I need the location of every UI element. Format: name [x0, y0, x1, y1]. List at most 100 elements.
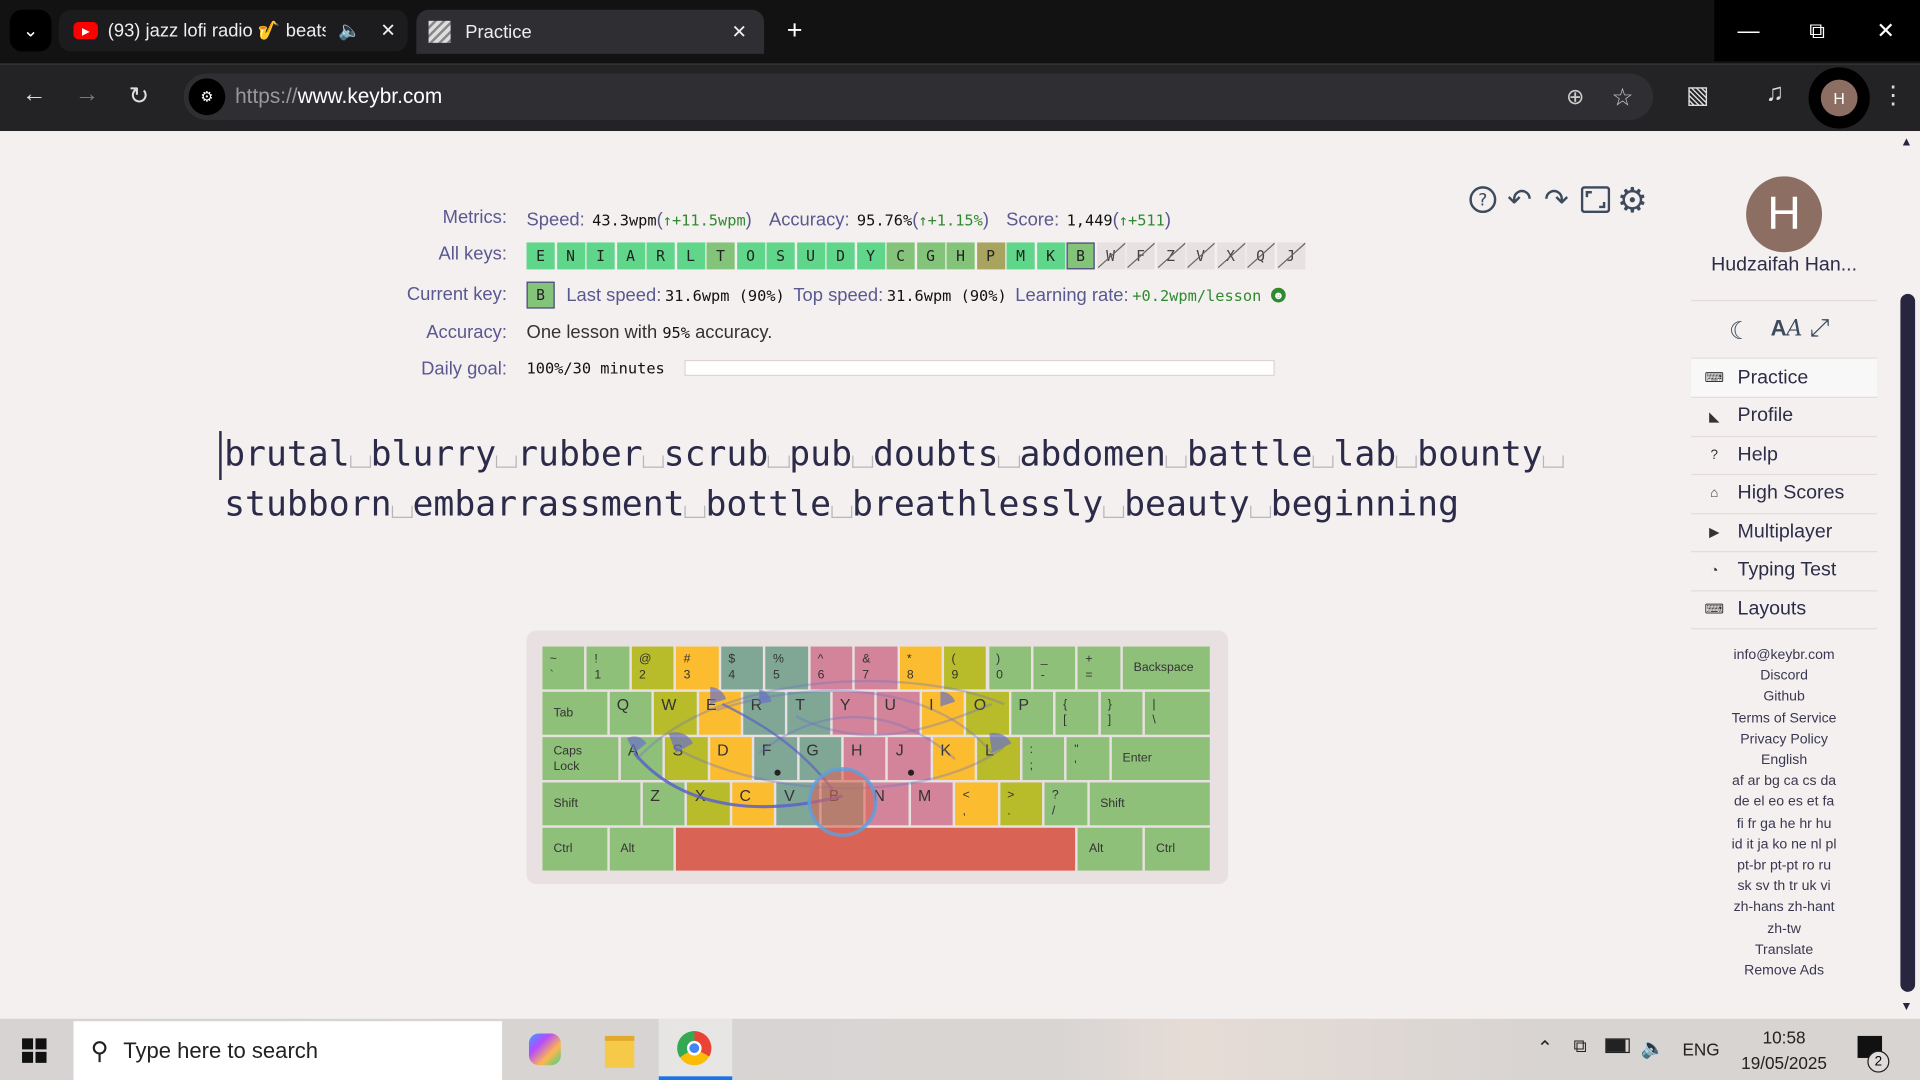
close-tab-icon[interactable]: ✕ — [380, 20, 395, 42]
language-indicator[interactable]: ENG — [1682, 1040, 1719, 1060]
fullscreen-icon[interactable] — [1580, 184, 1612, 216]
footer-link[interactable]: Discord — [1691, 666, 1877, 687]
lesson-word: bottle — [705, 483, 832, 525]
sidebar-item-multiplayer[interactable]: ▶ Multiplayer — [1691, 513, 1878, 553]
key-progress-w: W — [1096, 242, 1125, 270]
clock[interactable]: 10:58 19/05/2025 — [1727, 1025, 1842, 1076]
space-marker — [998, 455, 1020, 468]
zoom-icon[interactable]: ⊕ — [1566, 84, 1584, 110]
help-icon: ? — [1710, 447, 1719, 463]
keybr-favicon-icon — [428, 20, 451, 43]
notification-count-badge: 2 — [1867, 1050, 1890, 1073]
minimize-button[interactable]: — — [1714, 0, 1783, 62]
footer-link[interactable]: Github — [1691, 687, 1877, 708]
top-speed-value: 31.6wpm (90%) — [886, 285, 1007, 305]
lesson-word: lab — [1333, 433, 1397, 474]
bookmark-star-icon[interactable]: ☆ — [1612, 81, 1634, 112]
font-size-icon[interactable]: AA — [1771, 316, 1803, 342]
footer-link[interactable]: Remove Ads — [1691, 961, 1877, 982]
lesson-text[interactable]: brutal blurry rubber scrub pub doubts abdomen b… — [224, 429, 1595, 529]
accuracy-percent: 95% — [662, 323, 690, 342]
footer-link[interactable]: sk sv th tr uk vi — [1691, 877, 1877, 898]
settings-gear-icon[interactable]: ⚙ — [1616, 181, 1648, 219]
restore-button[interactable]: ⧉ — [1782, 0, 1852, 62]
tray-overflow-icon[interactable]: ⌃ — [1537, 1036, 1553, 1060]
address-bar[interactable]: ⚙ https:// www.keybr.com ⊕ ☆ — [183, 73, 1654, 121]
key-progress-h: H — [946, 242, 975, 270]
learning-rate-value: +0.2wpm/lesson — [1132, 285, 1262, 305]
user-avatar[interactable]: H — [1746, 176, 1823, 253]
key-progress-s: S — [766, 242, 795, 270]
copilot-icon[interactable] — [528, 1033, 561, 1066]
space-marker — [1542, 455, 1564, 468]
sidebar-item-practice[interactable]: ⌨ Practice — [1691, 358, 1878, 398]
undo-icon[interactable]: ↶ — [1504, 183, 1536, 216]
tab-practice[interactable]: Practice ✕ — [416, 9, 765, 54]
redo-icon[interactable]: ↷ — [1540, 183, 1572, 216]
footer-link[interactable]: zh-tw — [1691, 919, 1877, 940]
back-icon[interactable]: ← — [22, 81, 46, 109]
sidebar-item-layouts[interactable]: ⌨ Layouts — [1691, 590, 1878, 630]
url-scheme: https:// — [235, 84, 298, 108]
expand-icon[interactable]: ⤢ — [1810, 315, 1830, 343]
screen: ⌄ ▶ (93) jazz lofi radio 🎷 beats 🔈 ✕ Pra… — [0, 0, 1920, 1080]
theme-toggle-icon[interactable]: ☾ — [1729, 316, 1751, 347]
user-name[interactable]: Hudzaifah Han... — [1691, 255, 1877, 277]
key-progress-u: U — [796, 242, 825, 270]
scroll-up-arrow[interactable]: ▲ — [1900, 136, 1912, 149]
sidebar-item-typing-test[interactable]: ◔ Typing Test — [1691, 552, 1878, 591]
sidebar-item-high-scores[interactable]: ⌂ High Scores — [1691, 474, 1878, 514]
footer-link[interactable]: English — [1691, 751, 1877, 772]
footer-link[interactable]: Terms of Service — [1691, 708, 1877, 729]
file-explorer-icon[interactable] — [604, 1035, 635, 1068]
speaker-icon[interactable]: 🔈 — [338, 20, 361, 42]
sidebar-item-help[interactable]: ? Help — [1691, 436, 1878, 476]
speed-wedge — [940, 691, 956, 707]
extensions-icon[interactable]: ▧ — [1686, 80, 1709, 111]
footer-link[interactable]: id it ja ko ne nl pl — [1691, 835, 1877, 856]
footer-link[interactable]: pt-br pt-pt ro ru — [1691, 856, 1877, 877]
keyboard-heatmap: ~ `! 1 @2 #3 $4% 5 ^ 6 & 7 * 8(9) 0 _ - + = Backspace Tab Q W… — [526, 630, 1229, 885]
browser-toolbar: ← → ↻ ⚙ https:// www.keybr.com ⊕ ☆ ▧ ♫ H… — [0, 63, 1920, 132]
new-tab-button[interactable]: + — [779, 15, 811, 47]
scroll-down-arrow[interactable]: ▼ — [1900, 1000, 1912, 1013]
home-bump-f — [774, 769, 781, 776]
key-progress-r: R — [646, 242, 675, 270]
volume-icon[interactable]: 🔈 — [1641, 1036, 1665, 1060]
sidebar-item-label: Help — [1737, 443, 1778, 465]
space-marker — [391, 505, 413, 518]
footer-link[interactable]: zh-hans zh-hant — [1691, 898, 1877, 919]
key-progress-i: I — [586, 242, 615, 270]
footer-link[interactable]: Translate — [1691, 940, 1877, 961]
taskbar-chrome-button[interactable] — [658, 1018, 733, 1080]
footer-link[interactable]: fi fr ga he hr hu — [1691, 814, 1877, 835]
forward-icon[interactable]: → — [75, 81, 99, 109]
trophy-icon: ⌂ — [1710, 486, 1719, 501]
scrollbar-thumb[interactable] — [1900, 293, 1916, 992]
battery-icon[interactable] — [1605, 1038, 1630, 1054]
windows-start-icon[interactable] — [22, 1038, 47, 1063]
media-control-icon[interactable]: ♫ — [1766, 80, 1784, 108]
site-info-icon[interactable]: ⚙ — [188, 78, 226, 116]
smiley-icon: ☻ — [1271, 287, 1286, 303]
footer-link[interactable]: info@keybr.com — [1691, 645, 1877, 666]
close-tab-icon[interactable]: ✕ — [732, 21, 747, 43]
reload-icon[interactable]: ↻ — [129, 81, 150, 112]
footer-link[interactable]: af ar bg ca cs da — [1691, 772, 1877, 793]
tab-youtube[interactable]: ▶ (93) jazz lofi radio 🎷 beats 🔈 ✕ — [58, 9, 408, 52]
key-progress-j: J — [1276, 242, 1305, 270]
space-marker — [852, 455, 873, 468]
tab-search-button[interactable]: ⌄ — [9, 9, 52, 52]
taskbar-search-box[interactable]: ⚲ Type here to search — [73, 1021, 503, 1080]
footer-link[interactable]: de el eo es et fa — [1691, 793, 1877, 814]
learning-rate-label: Learning rate: — [1015, 284, 1129, 306]
profile-button[interactable]: H — [1808, 67, 1870, 129]
footer-link[interactable]: Privacy Policy — [1691, 730, 1877, 751]
menu-kebab-icon[interactable]: ⋮ — [1881, 80, 1905, 111]
daily-goal-progress-bar — [684, 360, 1275, 376]
wifi-icon[interactable]: ⧉ — [1573, 1036, 1586, 1057]
close-window-button[interactable]: ✕ — [1851, 0, 1920, 62]
help-icon[interactable]: ? — [1467, 184, 1499, 216]
svg-text:?: ? — [1478, 191, 1487, 211]
sidebar-item-profile[interactable]: ◣ Profile — [1691, 397, 1878, 437]
